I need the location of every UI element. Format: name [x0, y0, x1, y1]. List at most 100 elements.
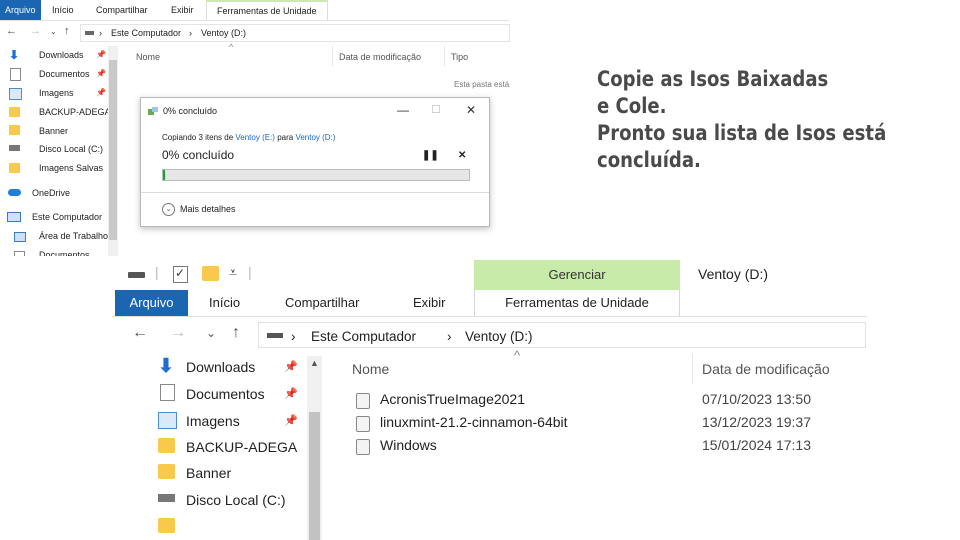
tab-compartilhar[interactable]: Compartilhar — [285, 290, 359, 316]
sidebar-item-este-computador[interactable]: Este Computador — [32, 210, 102, 224]
pin-icon[interactable]: 📌 — [96, 50, 106, 59]
scrollbar-thumb[interactable] — [109, 60, 117, 240]
folder-icon — [158, 518, 175, 533]
file-row[interactable]: AcronisTrueImage2021 07/10/2023 13:50 — [352, 389, 867, 411]
sidebar-item-banner[interactable]: Banner — [186, 462, 231, 484]
sidebar-item-backup-adega[interactable]: BACKUP-ADEGA — [39, 105, 111, 119]
more-details-button[interactable]: ⌄ Mais detalhes — [162, 203, 236, 216]
progress-text: 0% concluído — [162, 148, 235, 162]
tab-ferramentas-de-unidade[interactable]: Ferramentas de Unidade — [206, 0, 328, 20]
instruction-text: Copie as Isos Baixadas e Cole. Pronto su… — [597, 66, 898, 174]
sidebar-item-imagens[interactable]: Imagens — [39, 86, 74, 100]
minimize-button[interactable]: — — [397, 103, 409, 117]
drive-icon — [85, 31, 94, 35]
recent-chevron-icon[interactable]: ⌄ — [50, 27, 57, 36]
column-data-modificacao[interactable]: Data de modificação — [339, 52, 421, 62]
checkmark-icon: ✓ — [175, 266, 186, 280]
local-disk-icon — [9, 145, 20, 151]
column-tipo[interactable]: Tipo — [451, 52, 468, 62]
pin-icon[interactable]: 📌 — [96, 69, 106, 78]
destination-link[interactable]: Ventoy (D:) — [295, 133, 335, 142]
folder-icon — [158, 438, 175, 453]
address-box[interactable]: › Este Computador › Ventoy (D:) — [258, 322, 866, 348]
navigation-scrollbar[interactable] — [108, 46, 118, 256]
column-headers: Nome ^ Data de modificação — [344, 348, 867, 384]
cloud-icon — [8, 189, 21, 196]
up-arrow-icon[interactable]: ↑ — [64, 25, 70, 37]
maximize-button[interactable]: ☐ — [431, 103, 441, 116]
scroll-up-icon[interactable]: ▲ — [310, 358, 319, 368]
recent-chevron-icon[interactable]: ⌄ — [206, 326, 216, 340]
tab-arquivo[interactable]: Arquivo — [0, 0, 41, 20]
pictures-icon — [158, 412, 177, 429]
sidebar-item-area-de-trabalho[interactable]: Área de Trabalho — [39, 229, 108, 243]
sort-caret-icon: ^ — [514, 348, 521, 363]
column-divider — [444, 46, 445, 66]
breadcrumb-ventoy[interactable]: Ventoy (D:) — [201, 28, 246, 38]
ribbon-tabs: Arquivo Início Compartilhar Exibir Ferra… — [112, 290, 867, 317]
pictures-icon — [9, 88, 22, 100]
new-folder-icon[interactable] — [202, 266, 219, 281]
sidebar-item-onedrive[interactable]: OneDrive — [32, 186, 70, 200]
copy-icon — [148, 107, 158, 115]
sidebar-item-documentos[interactable]: Documentos — [186, 383, 265, 405]
file-row[interactable]: linuxmint-21.2-cinnamon-64bit 13/12/2023… — [352, 412, 867, 434]
documents-icon — [14, 251, 25, 256]
chevron-down-icon: ⌄ — [162, 203, 175, 216]
column-nome[interactable]: Nome — [352, 361, 389, 377]
tab-compartilhar[interactable]: Compartilhar — [96, 0, 148, 20]
sidebar-item-disco-local[interactable]: Disco Local (C:) — [39, 142, 103, 156]
up-arrow-icon[interactable]: ↑ — [232, 324, 240, 342]
breadcrumb-este-computador[interactable]: Este Computador — [311, 329, 416, 344]
forward-arrow-icon[interactable]: → — [30, 25, 41, 37]
pin-icon[interactable]: 📌 — [284, 387, 298, 400]
sidebar-item-imagens-salvas[interactable]: Imagens Salvas — [39, 161, 103, 175]
address-box[interactable]: › Este Computador › Ventoy (D:) — [80, 24, 510, 42]
drive-icon — [267, 333, 283, 338]
sidebar-item-disco-local[interactable]: Disco Local (C:) — [186, 489, 286, 511]
manage-tab[interactable]: Gerenciar — [474, 260, 680, 290]
forward-arrow-icon[interactable]: → — [170, 324, 186, 342]
sidebar-item-backup-adega[interactable]: BACKUP-ADEGA — [186, 436, 297, 458]
sidebar-item-documentos[interactable]: Documentos — [39, 67, 90, 81]
file-name: Windows — [380, 437, 437, 453]
tab-arquivo[interactable]: Arquivo — [115, 290, 188, 316]
tab-exibir[interactable]: Exibir — [413, 290, 446, 316]
breadcrumb-este-computador[interactable]: Este Computador — [111, 28, 181, 38]
sidebar-item-downloads[interactable]: Downloads — [39, 48, 84, 62]
source-link[interactable]: Ventoy (E:) — [235, 133, 275, 142]
desktop-icon — [14, 232, 26, 242]
computer-icon — [7, 212, 21, 222]
pin-icon[interactable]: 📌 — [96, 88, 106, 97]
column-nome[interactable]: Nome — [136, 52, 160, 62]
back-arrow-icon[interactable]: ← — [132, 324, 148, 342]
breadcrumb-ventoy[interactable]: Ventoy (D:) — [465, 329, 533, 344]
crumb-separator-icon: › — [291, 329, 296, 344]
file-icon — [356, 439, 370, 455]
sidebar-item-documentos-2[interactable]: Documentos — [39, 248, 90, 256]
pin-icon[interactable]: 📌 — [284, 414, 298, 427]
close-button[interactable]: ✕ — [466, 103, 476, 117]
pause-button[interactable]: ❚❚ — [422, 150, 439, 161]
tab-inicio[interactable]: Início — [52, 0, 74, 20]
cancel-button[interactable]: ✕ — [458, 150, 466, 161]
crumb-separator-icon: › — [99, 28, 102, 38]
tab-exibir[interactable]: Exibir — [171, 0, 194, 20]
file-row[interactable]: Windows 15/01/2024 17:13 — [352, 435, 867, 457]
tab-inicio[interactable]: Início — [209, 290, 240, 316]
sidebar-item-downloads[interactable]: Downloads — [186, 356, 255, 378]
file-icon — [356, 393, 370, 409]
tab-ferramentas-de-unidade[interactable]: Ferramentas de Unidade — [474, 290, 680, 316]
column-data-modificacao[interactable]: Data de modificação — [702, 361, 830, 377]
quick-access-dropdown-icon[interactable]: ⩡ — [229, 264, 237, 281]
empty-folder-text: Esta pasta está — [454, 80, 510, 89]
scrollbar-thumb[interactable] — [309, 412, 320, 540]
navigation-scrollbar[interactable]: ▲ — [307, 356, 322, 540]
pin-icon[interactable]: 📌 — [284, 360, 298, 373]
sidebar-item-banner[interactable]: Banner — [39, 124, 68, 138]
downloads-icon: ⬇ — [158, 356, 174, 377]
instruction-line-2: e Cole. — [597, 94, 667, 118]
back-arrow-icon[interactable]: ← — [6, 25, 17, 37]
progress-fill — [163, 170, 165, 180]
sidebar-item-imagens[interactable]: Imagens — [186, 410, 240, 432]
